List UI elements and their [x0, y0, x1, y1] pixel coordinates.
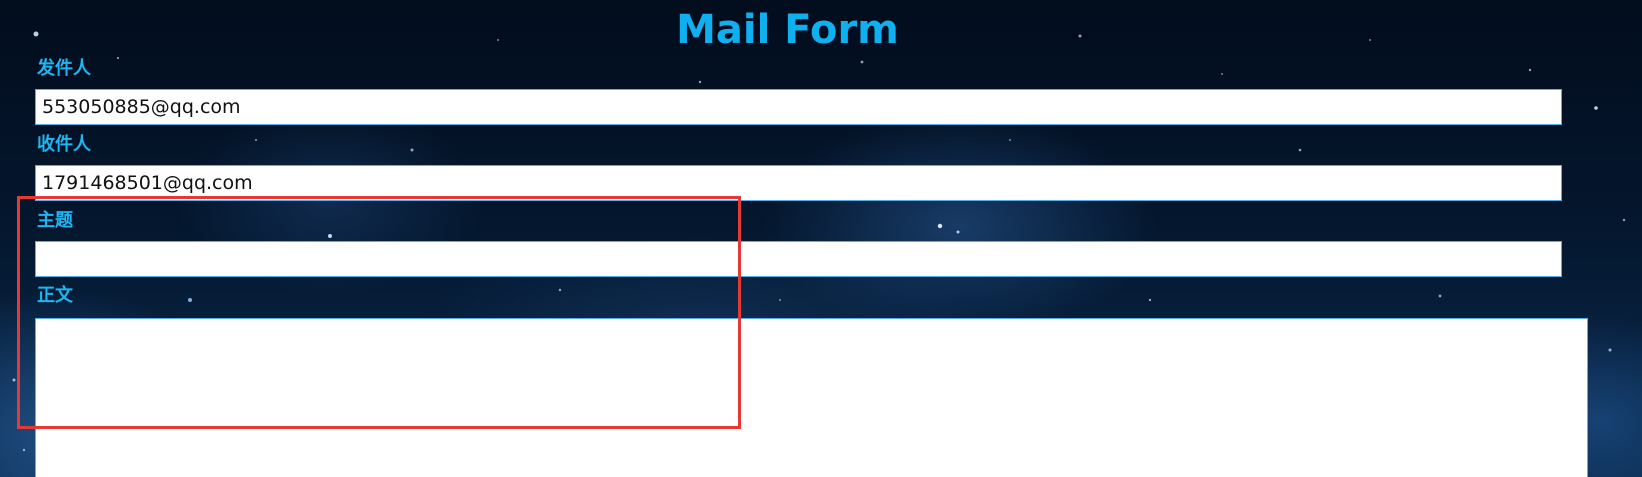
body-textarea[interactable] [35, 318, 1588, 477]
page-title: Mail Form [676, 7, 899, 53]
recipient-label: 收件人 [37, 134, 91, 155]
sender-label: 发件人 [37, 58, 91, 79]
subject-label: 主题 [37, 210, 73, 231]
sender-input[interactable] [35, 89, 1562, 125]
body-label: 正文 [37, 285, 73, 306]
recipient-input[interactable] [35, 165, 1562, 201]
subject-input[interactable] [35, 241, 1562, 277]
